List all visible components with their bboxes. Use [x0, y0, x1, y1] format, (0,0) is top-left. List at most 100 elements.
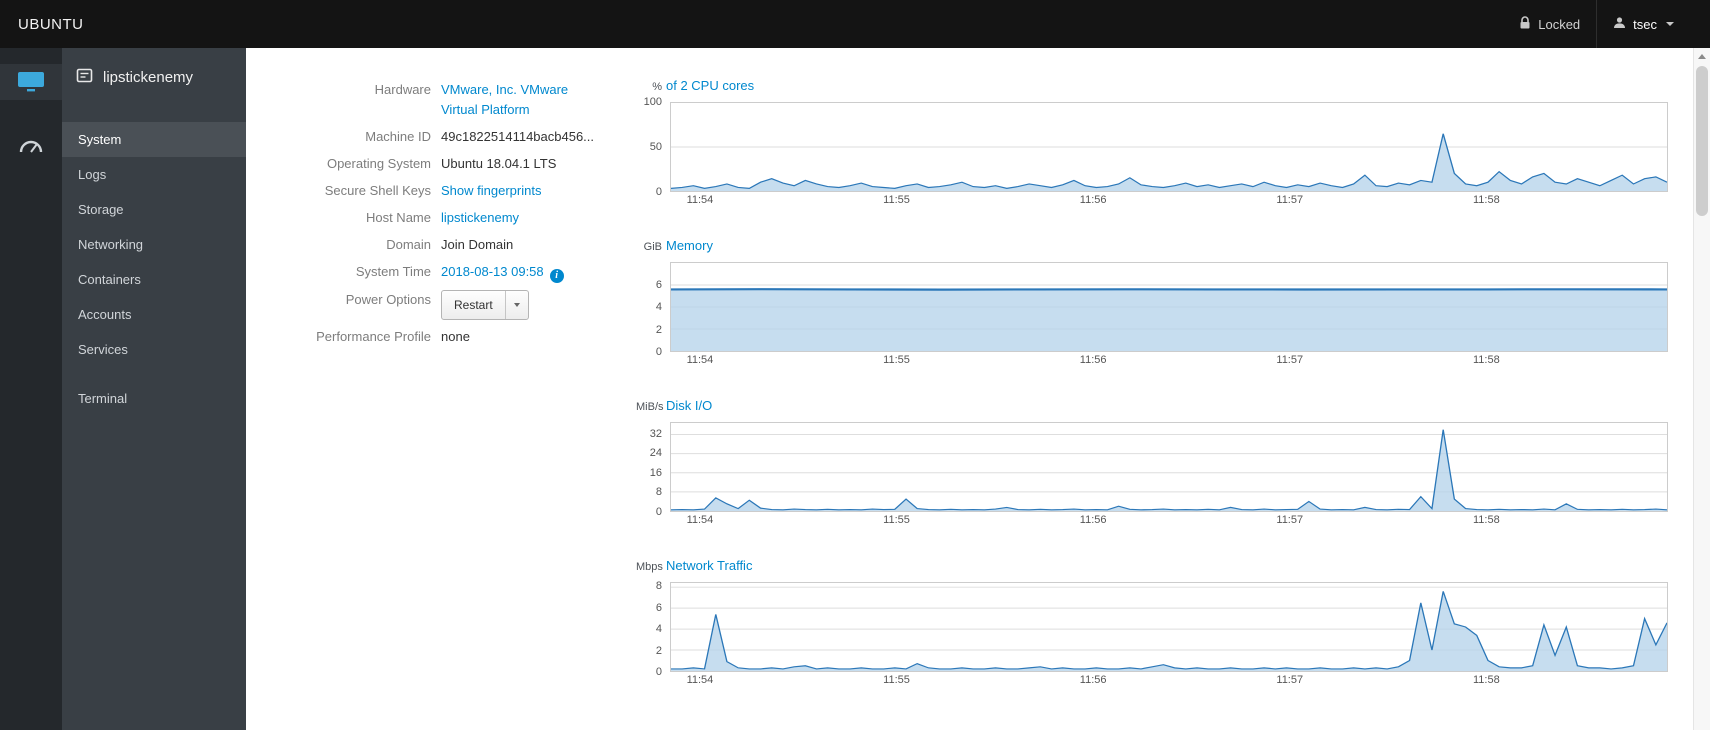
- user-menu-button[interactable]: tsec: [1596, 0, 1690, 48]
- x-tick-label: 11:55: [883, 354, 910, 366]
- restart-split-button: Restart: [441, 290, 529, 320]
- chart-canvas: [671, 586, 1667, 671]
- hardware-label: Hardware: [374, 82, 431, 97]
- network-y-axis: 0 2 4 6 8: [636, 580, 666, 678]
- arrow-up-icon: [1698, 53, 1706, 59]
- system-time-link[interactable]: 2018-08-13 09:58: [441, 264, 544, 279]
- os-label: Operating System: [326, 156, 431, 171]
- x-tick-label: 11:54: [686, 194, 714, 206]
- x-tick-label: 11:54: [686, 674, 714, 686]
- vertical-scrollbar[interactable]: [1693, 48, 1710, 730]
- y-tick-label: 50: [649, 141, 662, 153]
- series-line: [671, 133, 1667, 189]
- top-bar: UBUNTU Locked tsec: [0, 0, 1710, 48]
- series-line: [671, 591, 1667, 670]
- hardware-link[interactable]: VMware, Inc. VMware Virtual Platform: [441, 80, 606, 120]
- x-tick-label: 11:57: [1276, 674, 1304, 686]
- detail-row-os: Operating System Ubuntu 18.04.1 LTS: [246, 154, 636, 174]
- system-time-label: System Time: [355, 264, 431, 279]
- performance-profile-label: Performance Profile: [316, 329, 431, 344]
- join-domain-link[interactable]: Join Domain: [441, 237, 513, 252]
- detail-row-machine-id: Machine ID 49c1822514114bacb456...: [246, 127, 636, 147]
- detail-row-hardware: Hardware VMware, Inc. VMware Virtual Pla…: [246, 80, 636, 120]
- machine-id-value: 49c1822514114bacb456...: [441, 129, 595, 144]
- y-tick-label: 0: [655, 506, 662, 518]
- performance-profile-value: none: [441, 329, 470, 344]
- x-tick-label: 11:54: [686, 354, 714, 366]
- network-chart: Mbps Network Traffic 02468 11:54 11:55 11:…: [636, 558, 1668, 689]
- cpu-plot: [670, 102, 1668, 192]
- chart-canvas: [671, 133, 1667, 191]
- lock-icon: [1519, 15, 1531, 33]
- y-tick-label: 16: [649, 466, 662, 479]
- memory-unit-label: GiB: [643, 241, 662, 253]
- memory-chart-title-link[interactable]: Memory: [666, 238, 713, 253]
- chevron-down-icon: [513, 303, 520, 307]
- host-selector[interactable]: lipstickenemy: [62, 48, 246, 106]
- x-tick-label: 11:57: [1276, 514, 1304, 526]
- locked-label: Locked: [1538, 16, 1581, 32]
- chart-canvas: [671, 429, 1667, 511]
- host-name-link[interactable]: lipstickenemy: [441, 210, 519, 225]
- x-tick-label: 11:58: [1473, 514, 1500, 526]
- scroll-up-arrow[interactable]: [1694, 48, 1710, 64]
- x-tick-label: 11:54: [686, 514, 714, 526]
- host-name: lipstickenemy: [103, 68, 194, 86]
- icon-strip: [0, 48, 62, 730]
- host-view-icon[interactable]: [0, 64, 62, 100]
- ssh-keys-label: Secure Shell Keys: [324, 183, 431, 198]
- detail-row-system-time: System Time 2018-08-13 09:58 i: [246, 262, 636, 283]
- topbar-controls: Locked tsec: [1503, 0, 1690, 48]
- info-icon[interactable]: i: [549, 269, 564, 283]
- x-tick-label: 11:55: [883, 674, 910, 686]
- disk-io-chart-title-link[interactable]: Disk I/O: [666, 398, 712, 413]
- y-tick-label: 24: [649, 447, 662, 460]
- y-tick-label: 0: [655, 186, 662, 198]
- network-x-axis: 11:54 11:55 11:56 11:57 11:58: [670, 674, 1668, 689]
- sidebar-item-networking[interactable]: Networking: [62, 227, 246, 262]
- os-value: Ubuntu 18.04.1 LTS: [441, 156, 557, 171]
- detail-row-ssh-keys: Secure Shell Keys Show fingerprints: [246, 181, 636, 201]
- show-fingerprints-link[interactable]: Show fingerprints: [441, 183, 541, 198]
- sidebar-item-logs[interactable]: Logs: [62, 157, 246, 192]
- user-icon: [1613, 16, 1626, 32]
- y-tick-label: 0: [655, 346, 662, 358]
- domain-label: Domain: [386, 237, 431, 252]
- brand-title: UBUNTU: [18, 15, 84, 33]
- sidebar-item-system[interactable]: System: [62, 122, 246, 157]
- x-tick-label: 11:55: [883, 194, 910, 206]
- sidebar-item-services[interactable]: Services: [62, 332, 246, 367]
- network-chart-title-link[interactable]: Network Traffic: [666, 558, 752, 573]
- y-tick-label: 8: [655, 486, 662, 499]
- user-name: tsec: [1633, 16, 1657, 32]
- detail-row-performance-profile: Performance Profile none: [246, 327, 636, 347]
- server-icon: [76, 67, 93, 88]
- x-tick-label: 11:57: [1276, 354, 1304, 366]
- x-tick-label: 11:56: [1079, 514, 1107, 526]
- x-tick-label: 11:58: [1473, 354, 1500, 366]
- y-tick-label: 2: [655, 323, 662, 336]
- cpu-chart-title-link[interactable]: of 2 CPU cores: [666, 78, 754, 93]
- detail-row-host-name: Host Name lipstickenemy: [246, 208, 636, 228]
- restart-button[interactable]: Restart: [442, 291, 506, 319]
- locked-button[interactable]: Locked: [1503, 0, 1596, 48]
- power-options-label: Power Options: [345, 292, 431, 307]
- restart-dropdown-button[interactable]: [506, 291, 528, 319]
- sidebar-item-containers[interactable]: Containers: [62, 262, 246, 297]
- chart-canvas: [671, 284, 1667, 351]
- sidebar-item-storage[interactable]: Storage: [62, 192, 246, 227]
- sidebar-nav: System Logs Storage Networking Container…: [62, 106, 246, 416]
- main-area: lipstickenemy System Logs Storage Networ…: [0, 48, 1710, 730]
- sidebar-item-terminal[interactable]: Terminal: [62, 381, 246, 416]
- sidebar-item-accounts[interactable]: Accounts: [62, 297, 246, 332]
- series-area: [671, 429, 1667, 511]
- dashboard-icon[interactable]: [0, 126, 62, 162]
- cpu-chart: % of 2 CPU cores 0 50 100 11:54 11:55 11:56 1…: [636, 78, 1668, 209]
- y-tick-label: 4: [655, 301, 662, 313]
- detail-row-power-options: Power Options Restart: [246, 290, 636, 320]
- x-tick-label: 11:55: [883, 514, 910, 526]
- x-tick-label: 11:57: [1276, 194, 1304, 206]
- x-tick-label: 11:58: [1473, 674, 1500, 686]
- x-tick-label: 11:58: [1473, 194, 1500, 206]
- scrollbar-thumb[interactable]: [1696, 66, 1708, 216]
